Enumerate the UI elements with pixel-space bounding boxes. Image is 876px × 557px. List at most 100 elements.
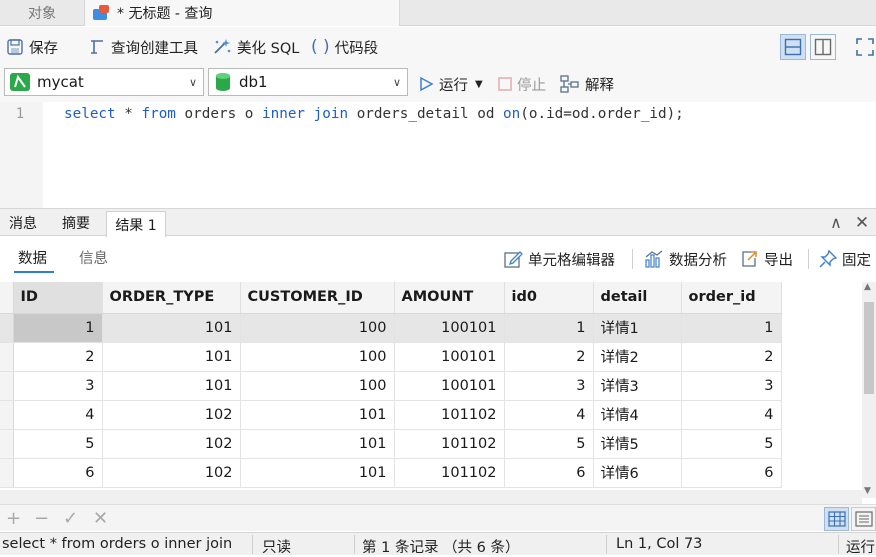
table-cell[interactable]: 4	[13, 400, 103, 430]
table-cell[interactable]: 100101	[394, 342, 505, 372]
tab-data[interactable]: 数据	[18, 247, 47, 268]
table-cell[interactable]: 5	[504, 429, 594, 459]
form-view-button[interactable]	[851, 507, 876, 531]
table-cell[interactable]: 5	[681, 429, 782, 459]
table-cell[interactable]: 100	[240, 371, 395, 401]
table-cell[interactable]: 101102	[394, 429, 505, 459]
table-cell[interactable]: 5	[13, 429, 103, 459]
table-cell[interactable]: 3	[681, 371, 782, 401]
column-header-id0[interactable]: id0	[504, 282, 594, 314]
table-cell[interactable]: 100	[240, 342, 395, 372]
run-dropdown-icon[interactable]: ▼	[475, 79, 483, 90]
row-header[interactable]	[0, 458, 14, 488]
export-button[interactable]: 导出	[739, 237, 793, 281]
table-row[interactable]: 3 101 100 100101 3 详情3 3	[0, 371, 796, 401]
tab-info[interactable]: 信息	[79, 247, 108, 268]
vertical-scrollbar[interactable]: ▲ ▼	[862, 282, 876, 498]
run-button[interactable]: 运行 ▼	[418, 66, 483, 102]
tab-summary[interactable]: 摘要	[52, 209, 100, 236]
explain-button[interactable]: 解释	[560, 66, 614, 102]
table-cell[interactable]: 101	[102, 313, 241, 343]
table-cell[interactable]: 101	[240, 429, 395, 459]
table-row[interactable]: 5 102 101 101102 5 详情5 5	[0, 429, 796, 459]
table-cell[interactable]: 4	[681, 400, 782, 430]
database-select[interactable]: db1 ∨	[208, 68, 408, 96]
table-cell[interactable]: 详情5	[593, 429, 682, 459]
table-cell[interactable]: 101	[102, 371, 241, 401]
table-cell[interactable]: 1	[13, 313, 103, 343]
scroll-up-icon[interactable]: ▲	[864, 282, 871, 292]
column-header-order-id[interactable]: order_id	[681, 282, 782, 314]
table-cell[interactable]: 详情1	[593, 313, 682, 343]
result-grid[interactable]: ID ORDER_TYPE CUSTOMER_ID AMOUNT id0 detail or…	[0, 282, 862, 490]
row-header[interactable]	[0, 400, 14, 430]
table-cell[interactable]: 102	[102, 429, 241, 459]
save-button[interactable]: 保存	[6, 27, 58, 67]
sql-editor[interactable]: 1 select * from orders o inner join orde…	[0, 102, 876, 208]
table-cell[interactable]: 详情4	[593, 400, 682, 430]
column-header-amount[interactable]: AMOUNT	[394, 282, 505, 314]
column-header-customer-id[interactable]: CUSTOMER_ID	[240, 282, 395, 314]
table-cell[interactable]: 3	[504, 371, 594, 401]
pin-button[interactable]: 固定	[819, 237, 871, 281]
code-snippet-button[interactable]: ( ) 代码段	[311, 27, 378, 67]
layout-horizontal-button[interactable]	[780, 34, 806, 60]
table-cell[interactable]: 1	[681, 313, 782, 343]
table-cell[interactable]: 101102	[394, 458, 505, 488]
table-cell[interactable]: 3	[13, 371, 103, 401]
table-row[interactable]: 4 102 101 101102 4 详情4 4	[0, 400, 796, 430]
table-cell[interactable]: 6	[504, 458, 594, 488]
connection-select[interactable]: mycat ∨	[4, 68, 204, 96]
table-row[interactable]: 2 101 100 100101 2 详情2 2	[0, 342, 796, 372]
close-panel-button[interactable]: ✕	[850, 209, 874, 236]
tab-objects[interactable]: 对象	[0, 0, 84, 26]
layout-vertical-button[interactable]	[810, 34, 836, 60]
sql-code-line[interactable]: select * from orders o inner join orders…	[64, 106, 684, 122]
table-cell[interactable]: 100	[240, 313, 395, 343]
table-cell[interactable]: 6	[681, 458, 782, 488]
table-cell[interactable]: 101	[240, 400, 395, 430]
fullscreen-button[interactable]	[852, 34, 876, 60]
query-builder-button[interactable]: 查询创建工具	[88, 27, 198, 67]
table-row[interactable]: 6 102 101 101102 6 详情6 6	[0, 458, 796, 488]
column-header-detail[interactable]: detail	[593, 282, 682, 314]
row-header[interactable]	[0, 429, 14, 459]
apply-changes-icon[interactable]: ✓	[63, 508, 78, 529]
table-cell[interactable]: 详情2	[593, 342, 682, 372]
row-header[interactable]	[0, 313, 14, 343]
column-header-order-type[interactable]: ORDER_TYPE	[102, 282, 241, 314]
tab-result-1[interactable]: 结果 1	[106, 211, 166, 237]
horizontal-scrollbar[interactable]	[0, 490, 862, 504]
grid-view-button[interactable]	[824, 507, 849, 531]
delete-record-icon[interactable]: −	[34, 508, 49, 529]
collapse-panel-button[interactable]: ∧	[824, 209, 848, 236]
table-cell[interactable]: 100101	[394, 371, 505, 401]
table-cell[interactable]: 1	[504, 313, 594, 343]
tab-query[interactable]: * 无标题 - 查询	[84, 0, 400, 26]
table-cell[interactable]: 102	[102, 458, 241, 488]
column-header-id[interactable]: ID	[13, 282, 103, 314]
table-cell[interactable]: 102	[102, 400, 241, 430]
data-analysis-button[interactable]: 数据分析	[644, 237, 727, 281]
table-cell[interactable]: 100101	[394, 313, 505, 343]
table-cell[interactable]: 101102	[394, 400, 505, 430]
beautify-sql-button[interactable]: 美化 SQL	[212, 27, 299, 67]
table-cell[interactable]: 详情6	[593, 458, 682, 488]
table-cell[interactable]: 2	[13, 342, 103, 372]
table-cell[interactable]: 101	[240, 458, 395, 488]
table-cell[interactable]: 2	[681, 342, 782, 372]
scroll-down-icon[interactable]: ▼	[864, 486, 871, 496]
discard-changes-icon[interactable]: ✕	[93, 508, 108, 529]
table-cell[interactable]: 4	[504, 400, 594, 430]
cell-editor-button[interactable]: 单元格编辑器	[503, 237, 615, 281]
table-cell[interactable]: 6	[13, 458, 103, 488]
tab-messages[interactable]: 消息	[0, 209, 46, 236]
add-record-icon[interactable]: +	[6, 508, 21, 529]
table-cell[interactable]: 详情3	[593, 371, 682, 401]
table-cell[interactable]: 2	[504, 342, 594, 372]
scrollbar-thumb[interactable]	[864, 302, 874, 394]
table-cell[interactable]: 101	[102, 342, 241, 372]
table-row[interactable]: 1 101 100 100101 1 详情1 1	[0, 313, 796, 343]
stop-button[interactable]: 停止	[498, 66, 546, 102]
row-header[interactable]	[0, 371, 14, 401]
